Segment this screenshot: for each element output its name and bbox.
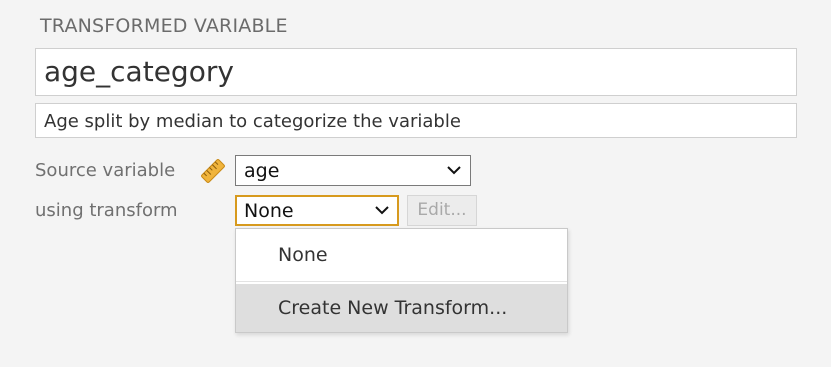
section-title: TRANSFORMED VARIABLE bbox=[40, 15, 288, 37]
variable-name-field[interactable]: age_category bbox=[35, 48, 797, 96]
transformed-variable-panel: TRANSFORMED VARIABLE age_category Age sp… bbox=[0, 0, 831, 367]
edit-transform-button[interactable]: Edit... bbox=[407, 195, 477, 226]
source-variable-label: Source variable bbox=[35, 160, 176, 181]
source-variable-select[interactable]: age bbox=[235, 155, 471, 186]
transform-value: None bbox=[244, 200, 294, 222]
using-transform-label: using transform bbox=[35, 200, 178, 221]
transform-select[interactable]: None bbox=[235, 195, 399, 226]
variable-description-field[interactable]: Age split by median to categorize the va… bbox=[35, 103, 797, 138]
dropdown-item-create-new-transform[interactable]: Create New Transform... bbox=[236, 284, 567, 332]
ruler-icon bbox=[201, 159, 225, 183]
source-variable-value: age bbox=[244, 160, 280, 182]
chevron-down-icon bbox=[447, 166, 461, 175]
chevron-down-icon bbox=[375, 206, 389, 215]
dropdown-item-none[interactable]: None bbox=[236, 229, 567, 282]
transform-dropdown-menu: None Create New Transform... bbox=[235, 228, 568, 333]
